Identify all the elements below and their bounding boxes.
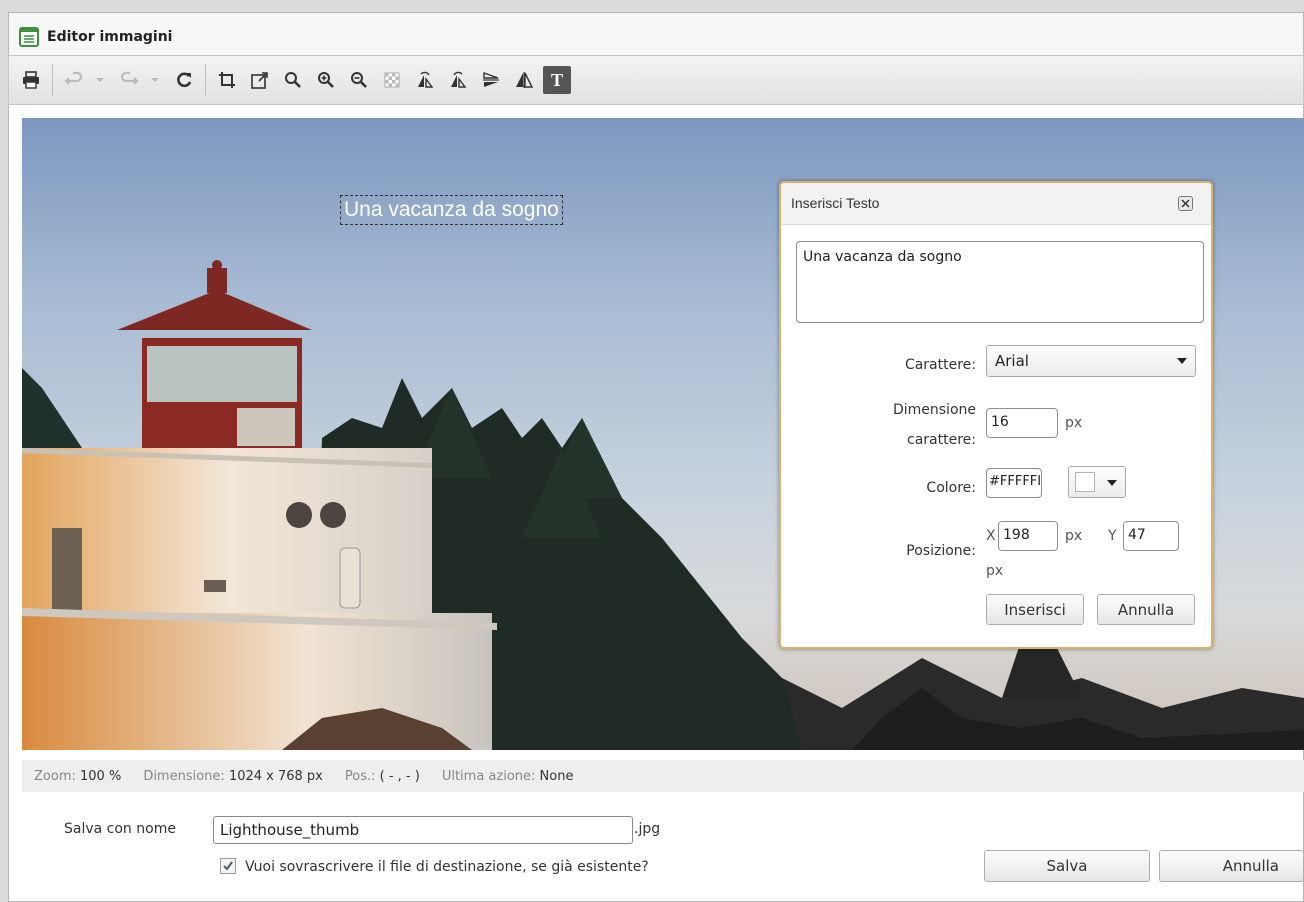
zoom-icon[interactable] — [279, 66, 307, 94]
dimension-value: 1024 x 768 px — [228, 768, 323, 784]
crop-icon[interactable] — [213, 66, 241, 94]
title-bar: Editor immagini — [9, 13, 1303, 61]
dialog-title: Inserisci Testo — [791, 195, 880, 211]
font-select[interactable]: Arial — [986, 345, 1196, 377]
text-icon[interactable]: T — [543, 66, 571, 94]
last-action-label: Ultima azione: — [441, 768, 536, 784]
x-position-input[interactable]: 198 — [998, 521, 1058, 551]
size-label-line1: Dimensione — [892, 402, 976, 418]
undo-icon[interactable] — [60, 66, 88, 94]
x-label: X — [986, 528, 996, 544]
overwrite-checkbox[interactable] — [220, 858, 236, 874]
dialog-cancel-button[interactable]: Annulla — [1097, 594, 1195, 625]
color-label: Colore: — [926, 480, 976, 496]
color-picker-button[interactable] — [1068, 466, 1126, 498]
chevron-down-icon — [1107, 480, 1117, 486]
font-label: Carattere: — [904, 357, 976, 373]
size-label-line2: carattere: — [907, 432, 976, 448]
save-as-label: Salva con nome — [64, 821, 176, 837]
transparency-icon[interactable] — [378, 66, 406, 94]
color-hex-input[interactable]: #FFFFFI — [986, 468, 1042, 498]
rotate-right-icon[interactable] — [444, 66, 472, 94]
document-list-icon — [19, 26, 39, 47]
checkmark-icon — [223, 861, 233, 871]
window-title: Editor immagini — [47, 28, 173, 45]
x-unit: px — [1065, 528, 1083, 544]
flip-vertical-icon[interactable] — [477, 66, 505, 94]
position-label: Pos.: — [344, 768, 376, 784]
zoom-value: 100 % — [80, 768, 122, 784]
position-value: ( - , - ) — [379, 768, 420, 784]
toolbar-separator — [205, 64, 206, 96]
chevron-down-icon — [1177, 358, 1187, 364]
editor-toolbar: T — [8, 55, 1304, 105]
overwrite-label: Vuoi sovrascrivere il file di destinazio… — [245, 859, 649, 875]
font-size-unit: px — [1065, 415, 1083, 431]
rotate-left-icon[interactable] — [411, 66, 439, 94]
refresh-icon[interactable] — [170, 66, 198, 94]
redo-icon[interactable] — [115, 66, 143, 94]
undo-dropdown-icon[interactable] — [93, 66, 107, 94]
font-select-value: Arial — [995, 352, 1029, 370]
flip-horizontal-icon[interactable] — [510, 66, 538, 94]
y-position-input[interactable]: 47 — [1123, 521, 1179, 551]
status-bar: Zoom: 100 % Dimensione: 1024 x 768 px Po… — [22, 760, 1304, 792]
zoom-in-icon[interactable] — [312, 66, 340, 94]
redo-dropdown-icon[interactable] — [148, 66, 162, 94]
insert-button[interactable]: Inserisci — [986, 594, 1084, 625]
zoom-out-icon[interactable] — [345, 66, 373, 94]
y-unit: px — [986, 563, 1004, 579]
dialog-header: Inserisci Testo — [781, 183, 1211, 225]
last-action-value: None — [539, 768, 574, 784]
color-swatch — [1075, 472, 1095, 492]
inserted-text-preview[interactable]: Una vacanza da sogno — [340, 195, 563, 225]
text-input-area[interactable]: Una vacanza da sogno — [796, 241, 1204, 323]
position-label: Posizione: — [906, 543, 976, 559]
svg-text:T: T — [551, 70, 563, 90]
resize-icon[interactable] — [246, 66, 274, 94]
insert-text-dialog: Inserisci Testo Una vacanza da sogno Car… — [779, 181, 1213, 649]
font-size-input[interactable]: 16 — [986, 408, 1058, 438]
zoom-label: Zoom: — [34, 768, 76, 784]
print-icon[interactable] — [17, 66, 45, 94]
file-extension: .jpg — [634, 821, 661, 837]
save-button[interactable]: Salva — [984, 850, 1150, 882]
filename-input[interactable] — [213, 816, 633, 844]
cancel-button[interactable]: Annulla — [1159, 850, 1304, 882]
toolbar-separator — [52, 64, 53, 96]
dimension-label: Dimensione: — [143, 768, 225, 784]
close-icon[interactable] — [1178, 196, 1193, 211]
y-label: Y — [1108, 528, 1117, 544]
save-panel: Salva con nome .jpg Vuoi sovrascrivere i… — [8, 800, 1304, 900]
